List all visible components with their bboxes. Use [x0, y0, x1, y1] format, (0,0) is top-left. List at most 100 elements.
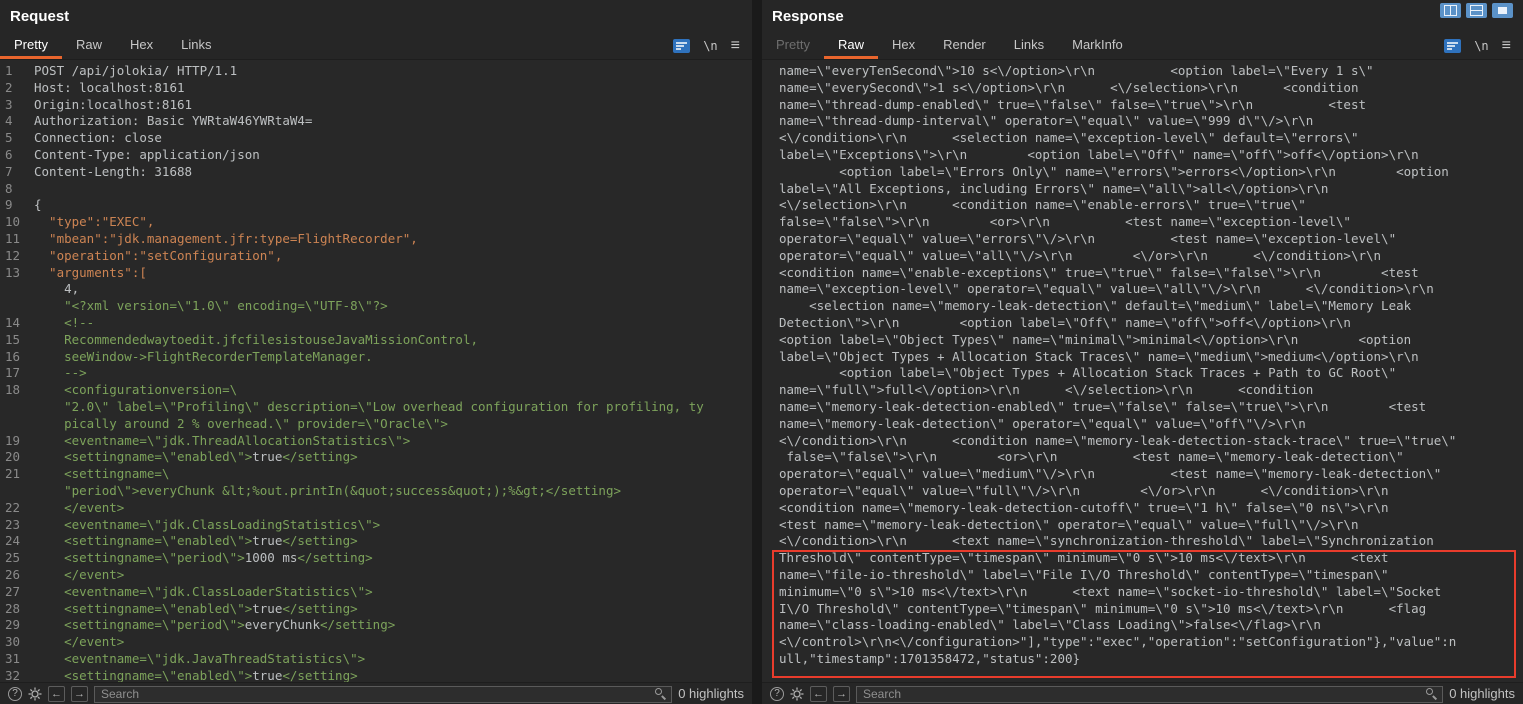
request-code-line: 7Content-Length: 31688 — [0, 164, 752, 181]
highlight-count: 0 highlights — [1449, 686, 1515, 701]
line-number: 10 — [0, 214, 30, 231]
response-code-line: <\/control>\r\n<\/configuration>"],"type… — [762, 634, 1523, 651]
tab-pretty[interactable]: Pretty — [0, 32, 62, 59]
repeater-window: Request PrettyRawHexLinks \n ≡ 1POST /ap… — [0, 0, 1523, 704]
request-code-line: 30 </event> — [0, 634, 752, 651]
tab-links[interactable]: Links — [1000, 32, 1058, 59]
response-code-line: label=\"Exceptions\">\r\n <option label=… — [762, 147, 1523, 164]
line-number: 32 — [0, 668, 30, 682]
tab-pretty[interactable]: Pretty — [762, 32, 824, 59]
line-number: 27 — [0, 584, 30, 601]
response-code-line: <condition name=\"enable-exceptions\" tr… — [762, 265, 1523, 282]
request-code-line: 27 <eventname=\"jdk.ClassLoaderStatistic… — [0, 584, 752, 601]
line-number: 25 — [0, 550, 30, 567]
search-input[interactable] — [94, 686, 672, 703]
search-settings-gear-icon[interactable] — [28, 687, 42, 701]
next-match-button[interactable]: → — [71, 686, 88, 702]
editor-menu-icon[interactable]: ≡ — [1502, 39, 1511, 53]
line-number: 20 — [0, 449, 30, 466]
response-code-line: operator=\"equal\" value=\"errors\"\/>\r… — [762, 231, 1523, 248]
code-text: </event> — [30, 567, 124, 584]
request-code-line: 23 <eventname=\"jdk.ClassLoadingStatisti… — [0, 517, 752, 534]
request-panel-header: Request — [0, 0, 752, 32]
response-code-line: false=\"false\">\r\n <or>\r\n <test name… — [762, 449, 1523, 466]
line-number — [0, 298, 30, 315]
code-text: <settingname=\ — [30, 466, 169, 483]
search-field-wrap — [94, 685, 672, 702]
code-text: "2.0\" label=\"Profiling\" description=\… — [30, 399, 704, 416]
search-settings-gear-icon[interactable] — [790, 687, 804, 701]
next-match-button[interactable]: → — [833, 686, 850, 702]
response-code-line: name=\"file-io-threshold\" label=\"File … — [762, 567, 1523, 584]
response-editor[interactable]: name=\"everyTenSecond\">10 s<\/option>\r… — [762, 60, 1523, 682]
tab-markinfo[interactable]: MarkInfo — [1058, 32, 1137, 59]
request-code-line: "period\">everyChunk &lt;%out.printIn(&q… — [0, 483, 752, 500]
response-code-line: <\/condition>\r\n <selection name=\"exce… — [762, 130, 1523, 147]
help-icon[interactable]: ? — [770, 687, 784, 701]
request-code-line: 13 "arguments":[ — [0, 265, 752, 282]
code-text: <settingname=\"period\">everyChunk</sett… — [30, 617, 395, 634]
request-code-line: 18 <configurationversion=\ — [0, 382, 752, 399]
line-number — [0, 399, 30, 416]
code-text: <settingname=\"enabled\">true</setting> — [30, 668, 358, 682]
response-code-line: name=\"full\">full<\/option>\r\n <\/sele… — [762, 382, 1523, 399]
search-input[interactable] — [856, 686, 1443, 703]
request-code-line: 21 <settingname=\ — [0, 466, 752, 483]
request-code-line: 3Origin:localhost:8161 — [0, 97, 752, 114]
code-text: <eventname=\"jdk.ClassLoadingStatistics\… — [30, 517, 380, 534]
line-number: 6 — [0, 147, 30, 164]
editor-menu-icon[interactable]: ≡ — [731, 39, 740, 53]
line-number: 7 — [0, 164, 30, 181]
response-code-line: Detection\">\r\n <option label=\"Off\" n… — [762, 315, 1523, 332]
response-code-line: name=\"everyTenSecond\">10 s<\/option>\r… — [762, 63, 1523, 80]
tab-links[interactable]: Links — [167, 32, 225, 59]
line-number: 26 — [0, 567, 30, 584]
help-icon[interactable]: ? — [8, 687, 22, 701]
show-newlines-icon[interactable]: \n — [1474, 39, 1488, 53]
request-code-line: 15 Recommendedwaytoedit.jfcfilesistouseJ… — [0, 332, 752, 349]
layout-columns-icon[interactable] — [1440, 3, 1461, 18]
code-text: --> — [30, 365, 87, 382]
request-editor[interactable]: 1POST /api/jolokia/ HTTP/1.12Host: local… — [0, 60, 752, 682]
prev-match-button[interactable]: ← — [48, 686, 65, 702]
code-text — [30, 181, 34, 198]
request-tabbar: PrettyRawHexLinks \n ≡ — [0, 32, 752, 60]
word-wrap-icon[interactable] — [1444, 39, 1461, 53]
code-text: "mbean":"jdk.management.jfr:type=FlightR… — [30, 231, 418, 248]
layout-single-icon[interactable] — [1492, 3, 1513, 18]
line-number — [0, 281, 30, 298]
request-code-line: 19 <eventname=\"jdk.ThreadAllocationStat… — [0, 433, 752, 450]
request-code-line: 8 — [0, 181, 752, 198]
line-number: 24 — [0, 533, 30, 550]
line-number: 19 — [0, 433, 30, 450]
word-wrap-icon[interactable] — [673, 39, 690, 53]
tab-hex[interactable]: Hex — [116, 32, 167, 59]
response-code-line: <\/selection>\r\n <condition name=\"enab… — [762, 197, 1523, 214]
response-code-line: name=\"thread-dump-enabled\" true=\"fals… — [762, 97, 1523, 114]
tab-raw[interactable]: Raw — [824, 32, 878, 59]
request-code-line: 9{ — [0, 197, 752, 214]
line-number: 13 — [0, 265, 30, 282]
response-code-line: <\/condition>\r\n <condition name=\"memo… — [762, 433, 1523, 450]
show-newlines-icon[interactable]: \n — [703, 39, 717, 53]
code-text: Origin:localhost:8161 — [30, 97, 192, 114]
response-code-line: I\/O Threshold\" contentType=\"timespan\… — [762, 601, 1523, 618]
prev-match-button[interactable]: ← — [810, 686, 827, 702]
code-text: Recommendedwaytoedit.jfcfilesistouseJava… — [30, 332, 478, 349]
request-code-line: 25 <settingname=\"period\">1000 ms</sett… — [0, 550, 752, 567]
request-code-line: "<?xml version=\"1.0\" encoding=\"UTF-8\… — [0, 298, 752, 315]
request-code-line: 26 </event> — [0, 567, 752, 584]
layout-rows-icon[interactable] — [1466, 3, 1487, 18]
request-code-line: 28 <settingname=\"enabled\">true</settin… — [0, 601, 752, 618]
search-icon[interactable] — [1426, 688, 1438, 700]
line-number: 1 — [0, 63, 30, 80]
panel-split-divider[interactable] — [752, 0, 762, 704]
tab-render[interactable]: Render — [929, 32, 1000, 59]
request-code-line: 11 "mbean":"jdk.management.jfr:type=Flig… — [0, 231, 752, 248]
tab-hex[interactable]: Hex — [878, 32, 929, 59]
request-code-line: 2Host: localhost:8161 — [0, 80, 752, 97]
search-icon[interactable] — [655, 688, 667, 700]
request-code-line: 24 <settingname=\"enabled\">true</settin… — [0, 533, 752, 550]
tab-raw[interactable]: Raw — [62, 32, 116, 59]
request-code-line: 22 </event> — [0, 500, 752, 517]
